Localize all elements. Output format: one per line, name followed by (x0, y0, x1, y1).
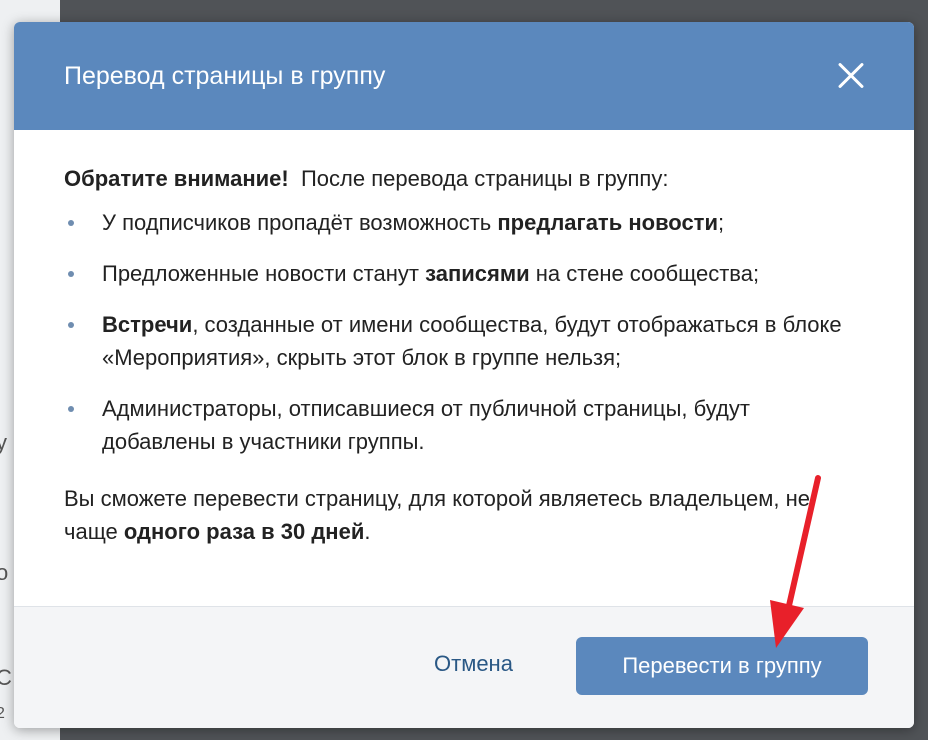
bullet-dot-icon (68, 220, 74, 226)
item-text: Администраторы, отписавшиеся от публично… (102, 396, 750, 454)
frequency-note: Вы сможете перевести страницу, для котор… (64, 482, 864, 548)
item-text: ; (717, 210, 725, 235)
list-item: Администраторы, отписавшиеся от публично… (64, 392, 864, 458)
note-text: . (364, 519, 371, 544)
dialog-title: Перевод страницы в группу (64, 61, 386, 90)
list-item: Встречи, созданные от имени сообщества, … (64, 308, 864, 374)
background-text: 2 (0, 705, 5, 722)
list-item: Предложенные новости станут записями на … (64, 257, 864, 290)
item-text: У подписчиков пропадёт возможность (102, 210, 498, 235)
convert-page-dialog: Перевод страницы в группу Обратите внима… (14, 22, 914, 728)
cancel-button[interactable]: Отмена (434, 651, 513, 677)
dialog-footer: Отмена Перевести в группу (14, 606, 914, 728)
intro-text: После перевода страницы в группу: (288, 166, 669, 191)
intro-warning: Обратите внимание! (64, 166, 289, 191)
bullet-dot-icon (68, 322, 74, 328)
intro-paragraph: Обратите внимание! После перевода страни… (64, 162, 864, 195)
list-item: У подписчиков пропадёт возможность предл… (64, 206, 864, 239)
bullet-dot-icon (68, 406, 74, 412)
item-text: , созданные от имени сообщества, будут о… (102, 312, 842, 370)
item-text: Предложенные новости станут (102, 261, 426, 286)
item-bold: записями (425, 261, 530, 286)
close-icon[interactable] (836, 61, 866, 91)
background-text: С (0, 665, 12, 690)
background-text: у (0, 430, 7, 455)
item-text: на стене сообщества; (529, 261, 760, 286)
convert-to-group-button[interactable]: Перевести в группу (576, 637, 868, 695)
background-text: о (0, 560, 9, 585)
item-bold: Встречи (102, 312, 193, 337)
note-bold: одного раза в 30 дней (123, 519, 365, 544)
bullet-dot-icon (68, 271, 74, 277)
consequences-list: У подписчиков пропадёт возможность предл… (64, 206, 864, 458)
dialog-header: Перевод страницы в группу (14, 22, 914, 130)
item-bold: предлагать новости (497, 210, 718, 235)
dialog-body: Обратите внимание! После перевода страни… (14, 130, 914, 548)
